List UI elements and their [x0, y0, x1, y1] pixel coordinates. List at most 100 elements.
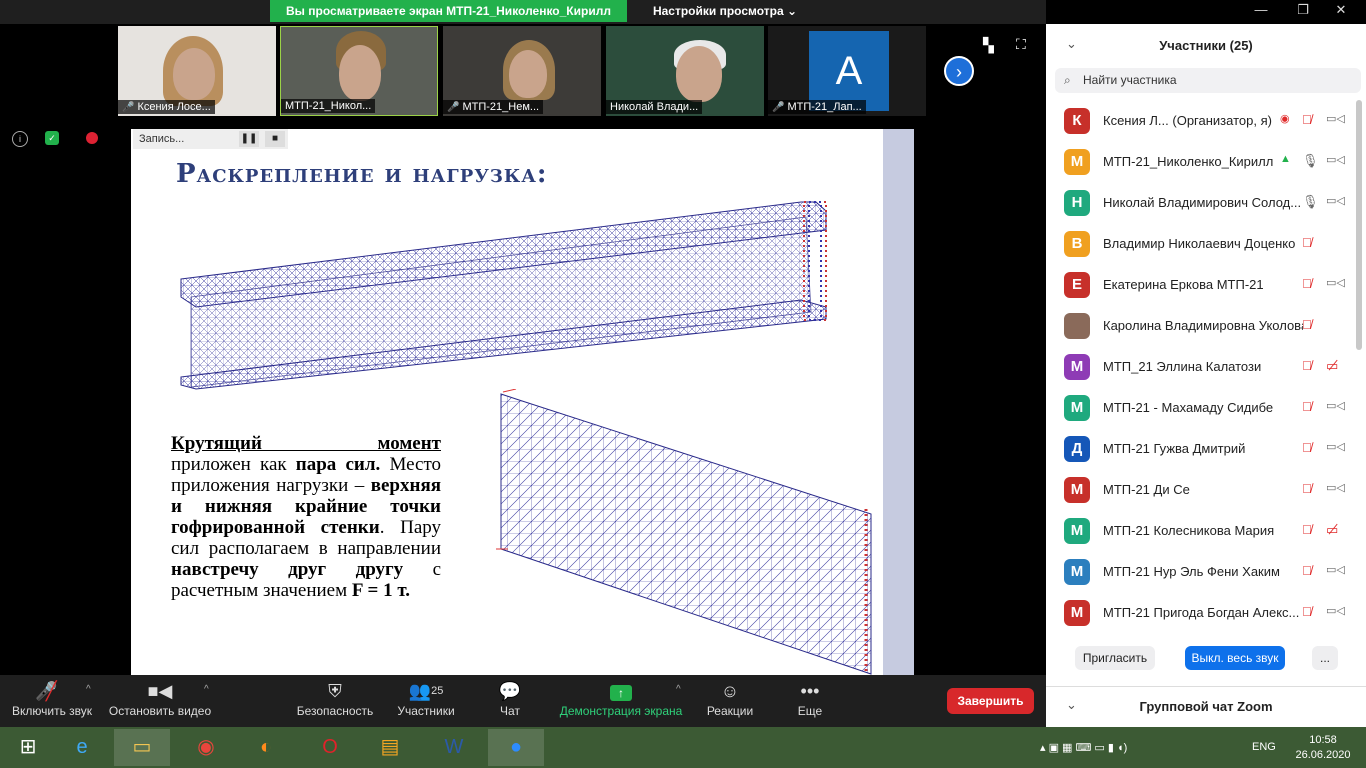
participant-row[interactable]: М МТП-21 Колесникова Мария 🎙̸ ▭̸	[1046, 510, 1356, 551]
participants-button[interactable]: 👥25 Участники	[388, 678, 464, 726]
mic-off-icon: 🎙̸	[1302, 235, 1312, 250]
avatar: М	[1064, 518, 1090, 544]
participant-name: МТП-21 Колесникова Мария	[1103, 523, 1275, 538]
participant-row[interactable]: К Ксения Л... (Организатор, я) ◉ 🎙̸ ▭◁	[1046, 100, 1356, 141]
chat-label: Чат	[500, 704, 520, 718]
participant-name: МТП-21_Лап...	[787, 101, 862, 113]
windows-start-icon[interactable]: ⊞	[0, 729, 56, 766]
reactions-button[interactable]: ☺ Реакции	[700, 678, 760, 726]
mic-icon: 🎙	[1302, 194, 1319, 209]
next-page-arrow-icon[interactable]: ›	[944, 56, 974, 86]
maximize-icon[interactable]: ❐	[1288, 0, 1318, 22]
chrome-icon[interactable]: ◉	[178, 729, 234, 766]
camera-icon: ▭◁	[1326, 277, 1345, 289]
avatar: Н	[1064, 190, 1090, 216]
more-button[interactable]: ••• Еще	[790, 678, 830, 726]
stop-recording-button[interactable]: ■	[265, 131, 285, 147]
view-settings-label: Настройки просмотра	[652, 4, 784, 18]
camera-icon: ▭◁	[1326, 195, 1345, 207]
mic-off-icon: 🎤	[772, 102, 785, 113]
shared-screen-slide: Раскрепление и нагрузка: Крутящий момент…	[131, 129, 914, 675]
chat-title: Групповой чат Zoom	[1139, 699, 1273, 714]
video-thumbnail[interactable]: Николай Влади...	[606, 26, 764, 116]
record-indicator-icon	[86, 132, 98, 144]
video-thumbnail[interactable]: A 🎤 МТП-21_Лап...	[768, 26, 926, 116]
minimize-icon[interactable]: —	[1246, 0, 1276, 22]
participant-name: Николай Владимирович Солод...	[1103, 195, 1302, 210]
chat-icon: 💬	[498, 681, 522, 701]
participant-row[interactable]: М МТП-21 - Махамаду Сидибе 🎙̸ ▭◁	[1046, 387, 1356, 428]
participant-name: МТП-21 Ди Се	[1103, 482, 1190, 497]
chat-button[interactable]: 💬 Чат	[490, 678, 530, 726]
gallery-view-icon[interactable]: ▚	[983, 37, 994, 54]
panel-scrollbar[interactable]	[1356, 100, 1362, 350]
zoom-icon[interactable]: ●	[488, 729, 544, 766]
participant-row[interactable]: М МТП-21_Николенко_Кирилл ▲ 🎙 ▭◁	[1046, 141, 1356, 182]
security-button[interactable]: ⛨ Безопасность	[290, 678, 380, 726]
stop-video-button[interactable]: ■◀ Остановить видео	[104, 678, 216, 726]
close-icon[interactable]: ✕	[1326, 0, 1356, 22]
file-explorer-icon[interactable]: ▭	[114, 729, 170, 766]
more-dots-icon: •••	[800, 681, 820, 701]
search-participants-input[interactable]: ⌕ Найти участника	[1055, 68, 1361, 93]
thumbnail-label: МТП-21_Никол...	[281, 99, 376, 113]
mute-all-button[interactable]: Выкл. весь звук	[1185, 646, 1285, 670]
participant-row[interactable]: В Владимир Николаевич Доценко 🎙̸	[1046, 223, 1356, 264]
video-thumbnail[interactable]: 🎤 Ксения Лосе...	[118, 26, 276, 116]
participant-row[interactable]: Каролина Владимировна Уколова 🎙̸	[1046, 305, 1356, 346]
participant-row[interactable]: Д МТП-21 Гужва Дмитрий 🎙̸ ▭◁	[1046, 428, 1356, 469]
mic-off-icon: 🎤	[447, 102, 460, 113]
participant-name: МТП-21 Гужва Дмитрий	[1103, 441, 1246, 456]
chevron-up-icon[interactable]: ^	[204, 684, 209, 695]
slide-title: Раскрепление и нагрузка:	[176, 159, 548, 189]
video-thumbnail-active[interactable]: МТП-21_Никол...	[280, 26, 438, 116]
camera-off-icon: ▭̸	[1326, 358, 1339, 373]
info-icon[interactable]: i	[12, 131, 28, 147]
video-thumbnail[interactable]: 🎤 МТП-21_Нем...	[443, 26, 601, 116]
avatar: М	[1064, 559, 1090, 585]
unmute-button[interactable]: 🎤╱ Включить звук	[6, 678, 98, 726]
word-icon[interactable]: W	[426, 729, 482, 766]
participants-count: 25	[431, 685, 444, 697]
participant-name: МТП-21_Нем...	[462, 101, 540, 113]
chevron-up-icon[interactable]: ^	[676, 684, 681, 695]
search-placeholder: Найти участника	[1083, 73, 1177, 87]
participant-name: МТП-21 - Махамаду Сидибе	[1103, 400, 1274, 415]
mic-off-icon: 🎙̸	[1302, 399, 1312, 414]
chevron-up-icon[interactable]: ^	[86, 684, 91, 695]
end-meeting-button[interactable]: Завершить	[947, 688, 1034, 714]
participant-row[interactable]: М МТП-21 Ди Се 🎙̸ ▭◁	[1046, 469, 1356, 510]
participant-row[interactable]: М МТП-21 Нур Эль Фени Хаким 🎙̸ ▭◁	[1046, 551, 1356, 592]
record-icon: ◉	[1280, 113, 1290, 125]
participants-icon: 👥25	[408, 681, 444, 701]
internet-explorer-icon[interactable]: e	[54, 729, 110, 766]
notes-app-icon[interactable]: ▤	[362, 729, 418, 766]
beam-model-image	[180, 201, 827, 390]
invite-button[interactable]: Пригласить	[1075, 646, 1155, 670]
security-label: Безопасность	[296, 704, 374, 718]
participant-name: Екатерина Еркова МТП-21	[1103, 277, 1264, 292]
slide-border	[883, 129, 914, 675]
tray-icons[interactable]: ▴ ▣ ▦ ⌨ ▭ ▮ ◖)	[1040, 741, 1127, 754]
pause-recording-button[interactable]: ❚❚	[239, 131, 259, 147]
participant-row[interactable]: Е Екатерина Еркова МТП-21 🎙̸ ▭◁	[1046, 264, 1356, 305]
share-screen-icon: ↑	[556, 678, 686, 704]
shield-icon[interactable]: ✓	[45, 131, 59, 145]
mic-off-icon: 🎙̸	[1302, 112, 1312, 127]
web-model-image	[496, 389, 872, 675]
fullscreen-icon[interactable]: ⛶	[1016, 36, 1026, 53]
share-screen-button[interactable]: ↑ Демонстрация экрана	[556, 678, 686, 726]
opera-icon[interactable]: O	[302, 729, 358, 766]
panel-title: Участники (25)	[1159, 38, 1253, 53]
shield-icon: ⛨	[328, 681, 342, 701]
participant-row[interactable]: М МТП-21 Пригода Богдан Алекс... 🎙̸ ▭◁	[1046, 592, 1356, 633]
view-settings-menu[interactable]: Настройки просмотра ⌄	[645, 0, 805, 22]
mic-off-icon: 🎙̸	[1302, 604, 1312, 619]
language-indicator[interactable]: ENG	[1252, 741, 1276, 753]
participant-row[interactable]: Н Николай Владимирович Солод... 🎙 ▭◁	[1046, 182, 1356, 223]
firefox-icon[interactable]: ◐	[238, 729, 294, 766]
panel-more-button[interactable]: ...	[1312, 646, 1338, 670]
system-clock[interactable]: 10:58 26.06.2020	[1288, 733, 1358, 763]
participant-row[interactable]: М МТП_21 Эллина Калатози 🎙̸ ▭̸	[1046, 346, 1356, 387]
thumbnail-label: 🎤 МТП-21_Нем...	[443, 100, 544, 114]
